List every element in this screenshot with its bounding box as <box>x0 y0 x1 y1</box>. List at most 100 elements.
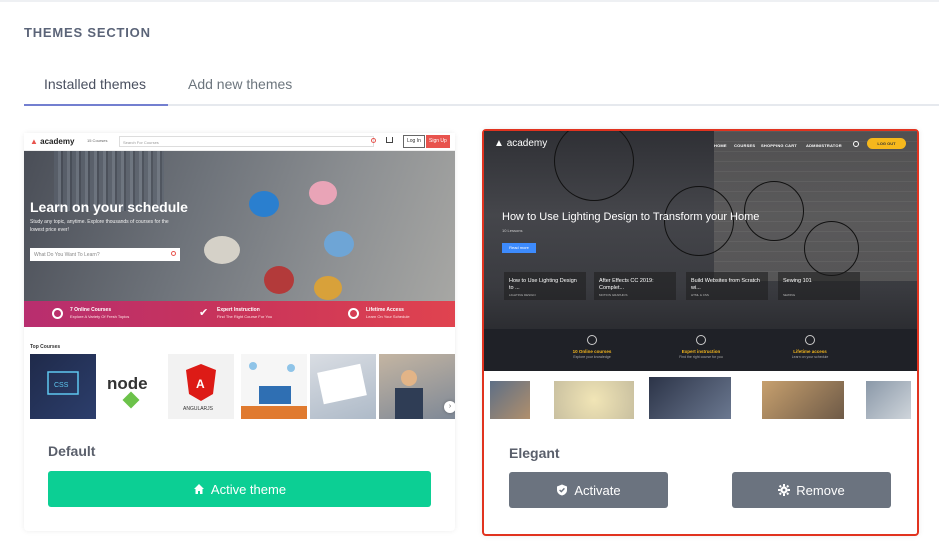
clock-icon <box>348 308 359 319</box>
preview-course-card: Build Websites from Scratch wi... HTML &… <box>686 272 768 300</box>
node-hex-icon <box>122 391 140 409</box>
network-node <box>249 362 257 370</box>
tab-installed-themes[interactable]: Installed themes <box>44 76 146 92</box>
remove-button[interactable]: Remove <box>732 472 891 508</box>
css-code-graphic: CSS <box>47 371 79 395</box>
preview-feature-subtitle: Learn on your schedule <box>791 355 829 359</box>
preview-courses-link: 15 Courses <box>87 138 108 143</box>
preview-course-title: Sewing 101 <box>783 278 812 284</box>
preview-logo: ▲ academy <box>30 137 74 146</box>
preview-logo: ▲ academy <box>494 138 547 149</box>
preview-course-card: How to Use Lighting Design to ... LIGHTI… <box>504 272 586 300</box>
preview-course-category: LIGHTING DESIGN <box>509 293 536 297</box>
check-icon: ✔ <box>199 307 209 319</box>
active-tab-underline <box>24 104 168 106</box>
preview-course-category: HTML & CSS <box>691 293 709 297</box>
preview-course-category: SEWING <box>783 293 796 297</box>
preview-nav-admin: ADMINISTRATOR <box>806 143 842 148</box>
tab-add-new-themes[interactable]: Add new themes <box>188 76 292 92</box>
fingerprint-icon <box>805 335 815 345</box>
preview-search-bar: Search For Courses <box>119 136 374 147</box>
trophy-icon <box>696 335 706 345</box>
preview-lessons-count: 10 Lessons <box>502 228 523 233</box>
preview-course-title: How to Use Lighting Design to ... <box>509 278 577 291</box>
theme-card-elegant[interactable]: ▲ academy HOME COURSES SHOPPING CART ADM… <box>482 129 919 536</box>
preview-hero-subtitle: Study any topic, anytime. Explore thousa… <box>30 219 169 233</box>
graduation-cap-icon <box>587 335 597 345</box>
preview-feature-bar: 10 Online courses Explore your knowledge… <box>484 329 917 371</box>
preview-hero-title: Learn on your schedule <box>30 199 188 215</box>
laptop-graphic <box>259 386 291 404</box>
pendant-lamp-graphic <box>554 131 634 201</box>
course-thumbnail <box>866 381 911 419</box>
preview-login-button: Log In <box>403 135 425 148</box>
preview-feature-title: Lifetime access <box>793 349 827 354</box>
theme-card-default[interactable]: ▲ academy 15 Courses Search For Courses … <box>24 133 455 531</box>
preview-feature-title: Lifetime Access <box>366 307 404 313</box>
person-figure <box>401 370 417 386</box>
person-figure <box>395 388 423 419</box>
preview-logout-button: LOG OUT <box>867 138 906 149</box>
course-thumbnail <box>554 381 634 419</box>
preview-nav-courses: COURSES <box>734 143 756 148</box>
student-figure <box>309 181 337 205</box>
activate-button[interactable]: Activate <box>509 472 668 508</box>
preview-course-card: After Effects CC 2019: Complet... MOTION… <box>594 272 676 300</box>
student-figure <box>249 191 279 217</box>
preview-feature-title: 10 Online courses <box>572 349 612 354</box>
search-icon <box>171 251 176 256</box>
active-theme-button[interactable]: Active theme <box>48 471 431 507</box>
svg-text:A: A <box>196 377 205 391</box>
theme-name-elegant: Elegant <box>509 445 560 461</box>
preview-feature-subtitle: Learn On Your Schedule <box>366 314 410 319</box>
preview-feature: Lifetime access Learn on your schedule <box>765 335 855 359</box>
section-title: THEMES SECTION <box>24 25 151 40</box>
svg-text:CSS: CSS <box>54 382 69 389</box>
active-theme-label: Active theme <box>210 481 287 497</box>
student-figure <box>264 266 294 294</box>
preview-signup-button: Sign Up <box>426 135 450 148</box>
preview-hero-search-placeholder: What Do You Want To Learn? <box>34 252 100 258</box>
preview-hero-image: ▲ academy HOME COURSES SHOPPING CART ADM… <box>484 131 917 371</box>
remove-label: Remove <box>796 482 845 498</box>
preview-feature-subtitle: Explore A Variety Of Fresh Topics <box>70 314 130 319</box>
preview-hero-search: What Do You Want To Learn? <box>30 248 180 261</box>
preview-feature: 10 Online courses Explore your knowledge <box>547 335 637 359</box>
course-tile-angular: A ANGULARJS <box>168 354 234 419</box>
theme-preview-default: ▲ academy 15 Courses Search For Courses … <box>24 133 455 419</box>
preview-course-title: Build Websites from Scratch wi... <box>691 278 760 291</box>
theme-card-footer: Default Active theme <box>24 419 455 531</box>
student-figure <box>204 236 240 264</box>
preview-feature-title: 7 Online Courses <box>70 307 112 313</box>
shield-check-icon <box>557 484 568 496</box>
course-tile-css: CSS <box>30 354 96 419</box>
preview-course-card: Sewing 101 SEWING <box>778 272 860 300</box>
preview-feature-subtitle: Find the right course for you <box>679 355 723 359</box>
logo-mark-icon: ▲ <box>494 138 504 149</box>
preview-feature-title: Expert instruction <box>681 349 721 354</box>
preview-top-courses-label: Top Courses <box>30 344 61 350</box>
preview-feature-title: Expert Instruction <box>217 307 260 313</box>
preview-course-category: MOTION GRAPHICS <box>599 293 628 297</box>
pendant-lamp-graphic <box>804 221 859 276</box>
gear-icon <box>778 484 791 496</box>
preview-read-more-button: Read more <box>502 243 536 253</box>
theme-preview-elegant: ▲ academy HOME COURSES SHOPPING CART ADM… <box>484 131 917 421</box>
top-divider <box>0 0 939 2</box>
home-icon <box>193 484 204 494</box>
preview-logo-text: academy <box>40 137 75 146</box>
theme-name-default: Default <box>48 443 96 459</box>
desk-graphic <box>241 406 307 419</box>
preview-logo-text: academy <box>506 138 548 149</box>
preview-navbar: ▲ academy 15 Courses Search For Courses … <box>24 133 455 151</box>
course-thumbnail <box>490 381 530 419</box>
course-thumbnail <box>762 381 844 419</box>
course-tile-node: node <box>99 354 165 419</box>
preview-hero-title: How to Use Lighting Design to Transform … <box>502 211 760 223</box>
search-icon <box>371 138 376 143</box>
course-tile-analytics <box>310 354 376 419</box>
course-thumbnail <box>649 377 731 419</box>
preview-course-title: After Effects CC 2019: Complet... <box>599 278 654 291</box>
preview-nav-cart: SHOPPING CART <box>761 143 797 148</box>
network-node <box>287 364 295 372</box>
